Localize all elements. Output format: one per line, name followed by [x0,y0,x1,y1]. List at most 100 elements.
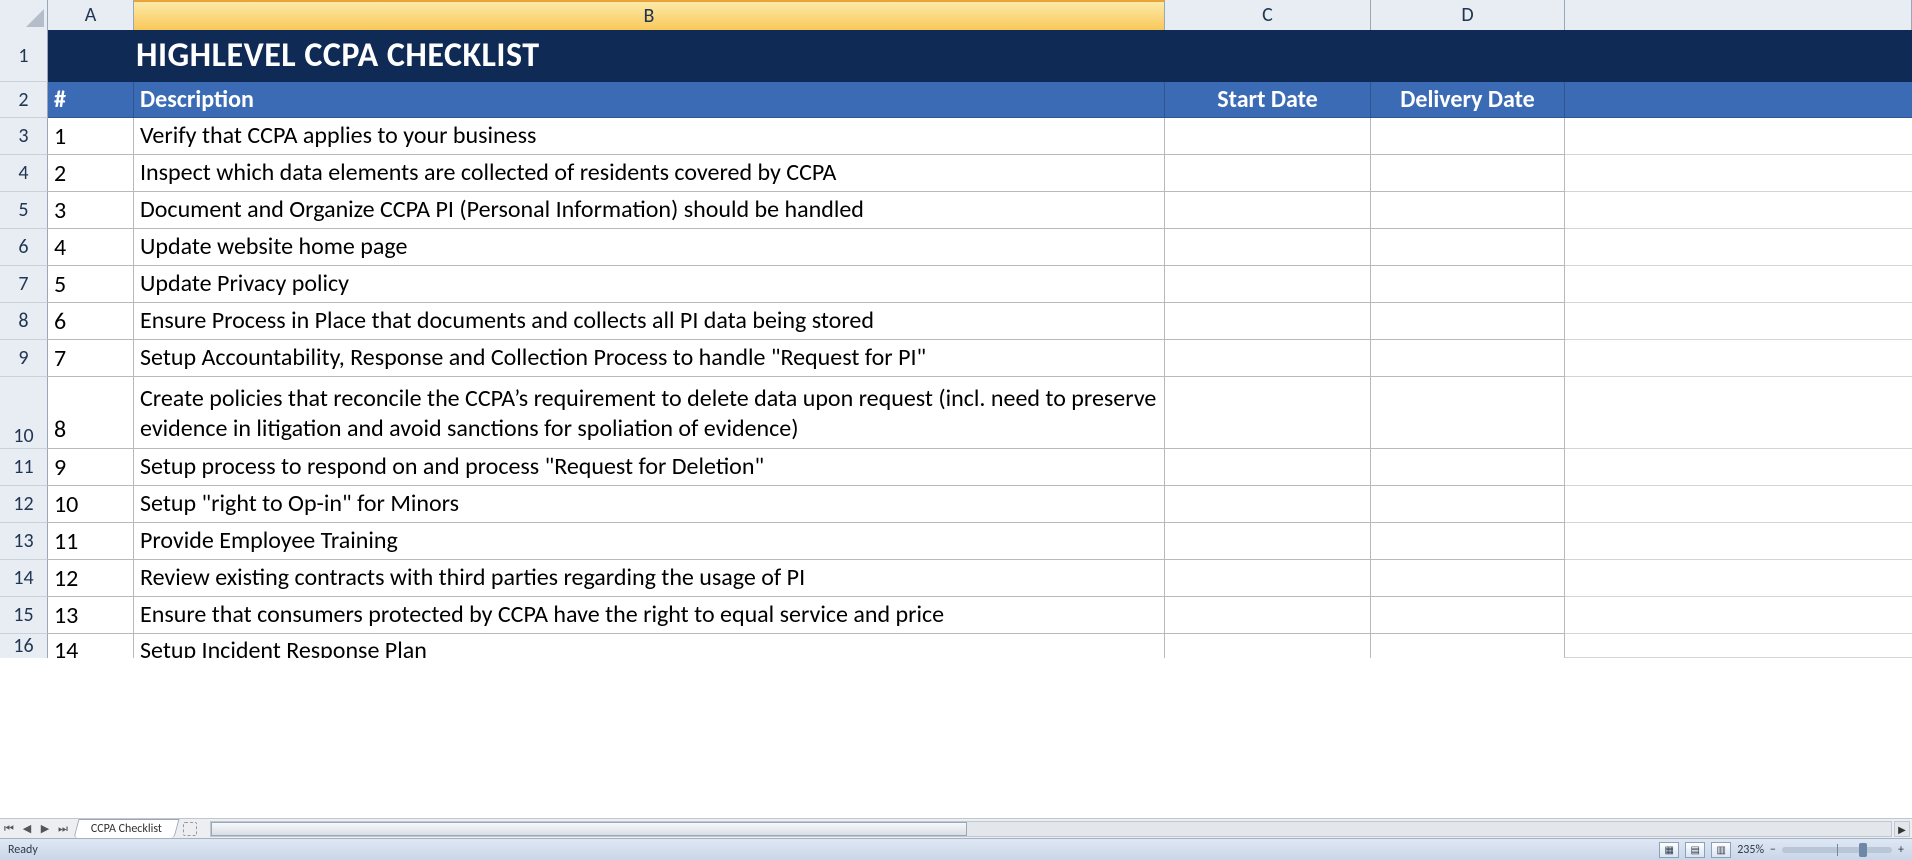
cell-delivery-date[interactable] [1371,634,1565,658]
tab-last-icon[interactable]: ⏭ [54,820,72,838]
cell-delivery-date[interactable] [1371,597,1565,634]
zoom-thumb[interactable] [1859,843,1867,857]
row-header-2[interactable]: 2 [0,82,48,118]
cell-num[interactable]: 4 [48,229,134,266]
row-header-9[interactable]: 9 [0,340,48,377]
cell-description[interactable]: Inspect which data elements are collecte… [134,155,1165,192]
cell-description[interactable]: Setup Incident Response Plan [134,634,1165,658]
cell-start-date[interactable] [1165,340,1371,377]
cell-delivery-date[interactable] [1371,560,1565,597]
cell-description[interactable]: Create policies that reconcile the CCPA’… [134,377,1165,449]
header-num[interactable]: # [48,82,134,118]
cell-num[interactable]: 12 [48,560,134,597]
row-header-5[interactable]: 5 [0,192,48,229]
zoom-in-icon[interactable]: + [1898,843,1904,857]
cell-num[interactable]: 9 [48,449,134,486]
row-13: 1311Provide Employee Training [0,523,1912,560]
cell-delivery-date[interactable] [1371,192,1565,229]
cell-start-date[interactable] [1165,118,1371,155]
cell-description[interactable]: Update Privacy policy [134,266,1165,303]
row-header-8[interactable]: 8 [0,303,48,340]
row-header-11[interactable]: 11 [0,449,48,486]
cell-description[interactable]: Setup process to respond on and process … [134,449,1165,486]
col-header-B[interactable]: B [134,0,1165,30]
cell-num[interactable]: 14 [48,634,134,658]
header-delivery-date[interactable]: Delivery Date [1371,82,1565,118]
row-header-14[interactable]: 14 [0,560,48,597]
view-normal-icon[interactable]: ▦ [1659,842,1679,858]
cell-delivery-date[interactable] [1371,266,1565,303]
header-description[interactable]: Description [134,82,1165,118]
row-header-6[interactable]: 6 [0,229,48,266]
col-header-D[interactable]: D [1371,0,1565,30]
cell-start-date[interactable] [1165,229,1371,266]
row-header-10[interactable]: 10 [0,377,48,449]
col-header-A[interactable]: A [48,0,134,30]
cell-start-date[interactable] [1165,155,1371,192]
cell-description[interactable]: Ensure that consumers protected by CCPA … [134,597,1165,634]
select-all-triangle[interactable] [0,0,48,30]
cell-num[interactable]: 8 [48,377,134,449]
cell-delivery-date[interactable] [1371,486,1565,523]
cell-description[interactable]: Verify that CCPA applies to your busines… [134,118,1165,155]
cell-start-date[interactable] [1165,597,1371,634]
sheet-tab-active[interactable]: CCPA Checklist [73,819,179,838]
cell-description[interactable]: Document and Organize CCPA PI (Personal … [134,192,1165,229]
row-header-4[interactable]: 4 [0,155,48,192]
tab-prev-icon[interactable]: ◀ [18,820,36,838]
cell-start-date[interactable] [1165,560,1371,597]
cell-num[interactable]: 13 [48,597,134,634]
cell-num[interactable]: 1 [48,118,134,155]
cell-delivery-date[interactable] [1371,118,1565,155]
cell-delivery-date[interactable] [1371,340,1565,377]
cell-start-date[interactable] [1165,192,1371,229]
zoom-out-icon[interactable]: − [1770,843,1776,857]
cell-start-date[interactable] [1165,377,1371,449]
cell-delivery-date[interactable] [1371,229,1565,266]
cell-num[interactable]: 7 [48,340,134,377]
insert-sheet-icon[interactable] [183,822,197,836]
cell-num[interactable]: 6 [48,303,134,340]
col-header-C[interactable]: C [1165,0,1371,30]
cell-description[interactable]: Review existing contracts with third par… [134,560,1165,597]
row-header-7[interactable]: 7 [0,266,48,303]
tab-first-icon[interactable]: ⏮ [0,820,18,838]
title-cell[interactable]: HIGHLEVEL CCPA CHECKLIST [48,30,1912,82]
cell-start-date[interactable] [1165,486,1371,523]
cell-num[interactable]: 5 [48,266,134,303]
cell-delivery-date[interactable] [1371,377,1565,449]
tab-next-icon[interactable]: ▶ [36,820,54,838]
cell-description[interactable]: Setup "right to Op-in" for Minors [134,486,1165,523]
cell-description[interactable]: Setup Accountability, Response and Colle… [134,340,1165,377]
cell-start-date[interactable] [1165,266,1371,303]
cell-delivery-date[interactable] [1371,523,1565,560]
row-header-15[interactable]: 15 [0,597,48,634]
grid-area[interactable]: 1 HIGHLEVEL CCPA CHECKLIST 2 # Descripti… [0,30,1912,818]
view-page-layout-icon[interactable]: ▤ [1685,842,1705,858]
cell-num[interactable]: 10 [48,486,134,523]
cell-start-date[interactable] [1165,523,1371,560]
cell-description[interactable]: Ensure Process in Place that documents a… [134,303,1165,340]
scroll-right-icon[interactable]: ▶ [1894,821,1910,837]
cell-start-date[interactable] [1165,634,1371,658]
zoom-slider[interactable] [1782,847,1892,853]
cell-num[interactable]: 3 [48,192,134,229]
cell-delivery-date[interactable] [1371,155,1565,192]
cell-description[interactable]: Update website home page [134,229,1165,266]
cell-start-date[interactable] [1165,449,1371,486]
row-header-13[interactable]: 13 [0,523,48,560]
header-start-date[interactable]: Start Date [1165,82,1371,118]
row-header-1[interactable]: 1 [0,30,48,82]
cell-start-date[interactable] [1165,303,1371,340]
cell-delivery-date[interactable] [1371,449,1565,486]
row-header-16[interactable]: 16 [0,634,48,658]
cell-delivery-date[interactable] [1371,303,1565,340]
horizontal-scroll-thumb[interactable] [211,822,967,836]
cell-num[interactable]: 2 [48,155,134,192]
row-header-12[interactable]: 12 [0,486,48,523]
cell-num[interactable]: 11 [48,523,134,560]
cell-description[interactable]: Provide Employee Training [134,523,1165,560]
view-page-break-icon[interactable]: ▥ [1711,842,1731,858]
horizontal-scrollbar[interactable] [210,821,1892,837]
row-header-3[interactable]: 3 [0,118,48,155]
